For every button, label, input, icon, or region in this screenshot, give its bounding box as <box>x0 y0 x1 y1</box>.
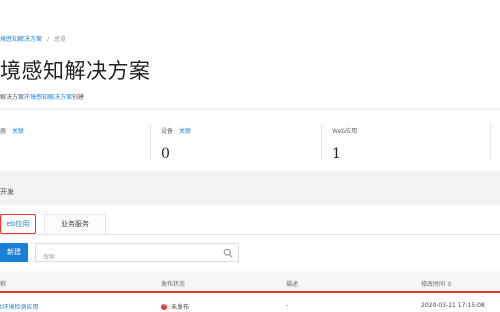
search-box <box>35 243 239 266</box>
subtitle-solution-link[interactable]: 环境感知解决方案 <box>24 94 72 101</box>
stats-panel: 器关联 设备 关联 0 Web应用 1 <box>0 109 500 171</box>
tab-bar: eb应用 业务服务 <box>0 209 500 235</box>
breadcrumb: 境感知解决方案 / 总览 <box>0 34 66 43</box>
new-button[interactable]: 新建 <box>0 243 28 262</box>
column-header-modified[interactable]: 修改时间 ⇕ <box>421 279 452 288</box>
tab-web-app[interactable]: eb应用 <box>0 214 36 234</box>
stat-label: 器 <box>0 128 7 135</box>
page-subtitle: 解决方案环境感知解决方案创建 <box>0 92 84 101</box>
app-name-link[interactable]: t环境检测应用 <box>0 302 38 311</box>
stat-value: 1 <box>332 146 341 162</box>
stat-label: Web应用 <box>332 128 358 135</box>
development-section-label: 开发 <box>0 188 14 196</box>
development-panel: eb应用 业务服务 新建 称 发布状态 描述 修改时间 ⇕ t环境检测应用 未发… <box>0 205 500 312</box>
stat-associate-link[interactable]: 关联 <box>179 128 191 135</box>
search-input[interactable] <box>36 249 216 266</box>
stat-associate-link[interactable]: 关联 <box>12 128 24 135</box>
stat-value: 0 <box>161 146 170 162</box>
search-icon[interactable] <box>223 248 233 258</box>
subtitle-prefix: 解决方案 <box>0 94 25 101</box>
tab-business-service[interactable]: 业务服务 <box>44 214 106 234</box>
status-warning-icon <box>161 302 167 310</box>
page-title: 境感知解决方案 <box>0 59 151 83</box>
breadcrumb-parent-link[interactable]: 境感知解决方案 <box>0 36 42 43</box>
description-cell: - <box>286 302 289 309</box>
table-header: 称 发布状态 描述 修改时间 ⇕ <box>0 271 500 293</box>
stat-label: 设备 <box>161 128 174 135</box>
breadcrumb-current: 总览 <box>54 36 67 43</box>
subtitle-suffix: 创建 <box>72 94 85 101</box>
stat-divider <box>150 124 151 160</box>
stat-web-app-count: Web应用 1 <box>332 110 482 172</box>
header-card: 境感知解决方案 / 总览 境感知解决方案 解决方案环境感知解决方案创建 <box>0 0 500 108</box>
toolbar: 新建 <box>0 243 500 266</box>
column-header-description: 描述 <box>286 281 299 288</box>
stat-divider <box>321 124 322 160</box>
column-header-status: 发布状态 <box>161 281 186 288</box>
column-header-name: 称 <box>0 281 7 288</box>
breadcrumb-separator: / <box>47 36 50 43</box>
modified-time-cell: 2020-03-11 17:15:08 <box>421 302 485 309</box>
stat-device-count: 设备 关联 0 <box>161 110 321 172</box>
status-text: 未发布 <box>171 304 190 311</box>
status-cell: 未发布 <box>161 302 189 311</box>
table-row: t环境检测应用 未发布 - 2020-03-11 17:15:08 <box>0 295 500 312</box>
stat-divider <box>490 124 491 160</box>
stat-devices-server: 器关联 <box>0 110 150 172</box>
